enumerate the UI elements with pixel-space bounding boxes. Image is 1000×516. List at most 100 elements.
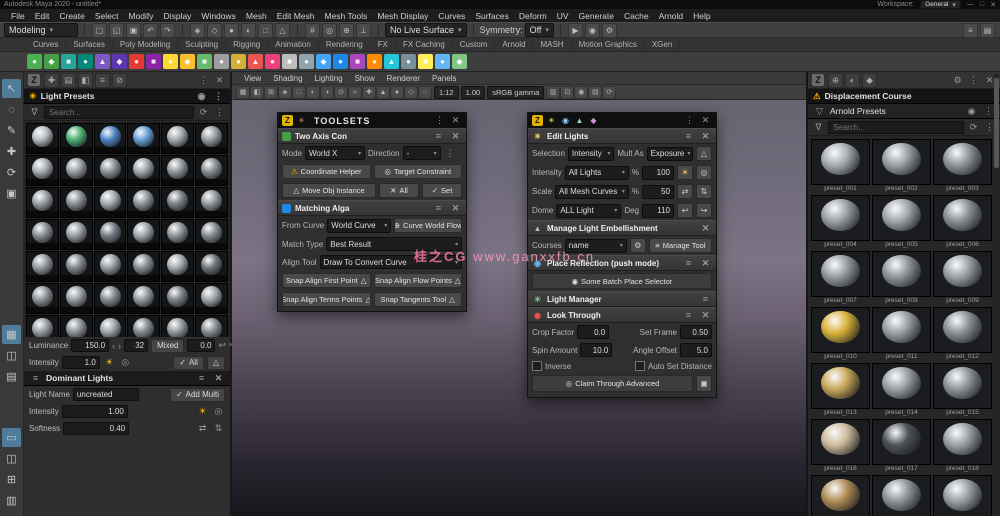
- info-icon[interactable]: ◉: [195, 90, 208, 103]
- mult-as-select[interactable]: Exposure: [646, 146, 693, 161]
- light-preset-thumbnail-2[interactable]: [93, 123, 127, 154]
- rotate-left-icon-button[interactable]: ↩: [677, 203, 693, 218]
- shelf-shader-ball-icon[interactable]: ●: [231, 54, 246, 69]
- filter-icon[interactable]: ∇: [812, 121, 825, 134]
- move-tool-icon[interactable]: ✚: [2, 142, 21, 161]
- outliner-persp-layout-icon[interactable]: ▥: [2, 491, 21, 510]
- manage-tool-button[interactable]: ≡ Manage Tool: [648, 238, 712, 253]
- list-view-icon[interactable]: ≡: [95, 72, 110, 88]
- auto-set-distance-checkbox[interactable]: [634, 361, 645, 371]
- refresh-icon[interactable]: ⟳: [602, 85, 617, 99]
- render-settings-icon[interactable]: ⚙: [601, 22, 617, 38]
- lamp-icon[interactable]: ☀: [196, 405, 209, 418]
- dome-target-select[interactable]: ALL Light: [556, 203, 622, 218]
- save-scene-icon[interactable]: ▣: [126, 22, 141, 38]
- material-preset-thumbnail-18[interactable]: preset_019: [811, 475, 870, 516]
- select-misc-icon[interactable]: △: [275, 22, 290, 38]
- gamma-icon[interactable]: ▤: [588, 85, 603, 99]
- rotate-right-icon-button[interactable]: ↪: [696, 203, 712, 218]
- shelf-muscle-icon[interactable]: ●: [435, 54, 450, 69]
- material-preset-thumbnail-5[interactable]: preset_006: [933, 195, 992, 249]
- grid-view-icon[interactable]: ▤: [61, 72, 76, 88]
- shelf-texture-icon[interactable]: ●: [299, 54, 314, 69]
- search-input[interactable]: [828, 120, 964, 134]
- menu-item-4[interactable]: Modify: [124, 11, 159, 21]
- xray-toggle-icon[interactable]: ✚: [362, 85, 376, 99]
- viewport-menu-4[interactable]: Renderer: [381, 74, 426, 83]
- light-preset-thumbnail-20[interactable]: [93, 219, 127, 250]
- mixed-value[interactable]: 0.0: [187, 339, 216, 352]
- collapse-icon[interactable]: ≡: [682, 130, 695, 143]
- light-preset-thumbnail-11[interactable]: [195, 155, 228, 186]
- ipr-render-icon[interactable]: ◉: [584, 22, 600, 38]
- collapse-icon[interactable]: ≡: [682, 309, 695, 322]
- light-preset-thumbnail-10[interactable]: [161, 155, 195, 186]
- material-preset-thumbnail-17[interactable]: preset_018: [933, 419, 992, 473]
- undo-small-icon[interactable]: ↩: [218, 339, 226, 352]
- shelf-tab-9[interactable]: Custom: [453, 40, 496, 49]
- menuset-select[interactable]: Modeling: [4, 23, 78, 37]
- shelf-fire-icon[interactable]: ●: [367, 54, 382, 69]
- shelf-poly-plane-icon[interactable]: ●: [78, 54, 93, 69]
- light-preset-thumbnail-40[interactable]: [161, 315, 195, 337]
- field-chart-icon[interactable]: ⊡: [560, 85, 575, 99]
- shelf-tab-7[interactable]: FX: [371, 40, 396, 49]
- menu-item-7[interactable]: Mesh: [241, 11, 272, 21]
- material-preset-thumbnail-16[interactable]: preset_017: [872, 419, 931, 473]
- aim-icon[interactable]: ◎: [212, 405, 225, 418]
- close-section-icon[interactable]: ✕: [449, 202, 462, 215]
- target-icon[interactable]: ◎: [119, 356, 132, 369]
- close-section-icon[interactable]: ✕: [212, 372, 225, 385]
- viewport-chip-0[interactable]: 1:12: [434, 85, 459, 99]
- material-preset-thumbnail-8[interactable]: preset_009: [933, 251, 992, 305]
- shelf-tab-11[interactable]: MASH: [533, 40, 572, 49]
- light-preset-thumbnail-33[interactable]: [127, 283, 161, 314]
- render-icon[interactable]: ▶: [567, 22, 583, 38]
- shelf-tab-0[interactable]: Curves: [26, 40, 67, 49]
- render-swatch-icon[interactable]: ◐: [845, 72, 860, 88]
- material-preset-thumbnail-20[interactable]: preset_021: [933, 475, 992, 516]
- menu-item-12[interactable]: Surfaces: [470, 11, 514, 21]
- lasso-tool-icon[interactable]: ◌: [2, 100, 21, 119]
- tool-settings-icon[interactable]: ▤: [980, 22, 995, 38]
- menu-item-8[interactable]: Edit Mesh: [272, 11, 320, 21]
- select-hierarchy-icon[interactable]: ◈: [190, 22, 205, 38]
- light-preset-thumbnail-31[interactable]: [59, 283, 93, 314]
- shelf-surface-icon[interactable]: ■: [282, 54, 297, 69]
- intensity-percent-value[interactable]: 100: [642, 165, 674, 180]
- light-preset-thumbnail-27[interactable]: [127, 251, 161, 282]
- menu-item-11[interactable]: Curves: [433, 11, 470, 21]
- editor-toggle-icon[interactable]: ◫: [2, 346, 21, 365]
- target-constraint-button[interactable]: ◎ Target Constraint: [373, 164, 462, 179]
- delta-button[interactable]: △: [206, 355, 225, 370]
- shelf-sphere-light-icon[interactable]: ●: [163, 54, 178, 69]
- shelf-tab-4[interactable]: Rigging: [226, 40, 269, 49]
- material-preset-thumbnail-4[interactable]: preset_005: [872, 195, 931, 249]
- two-pane-layout-icon[interactable]: ◫: [2, 449, 21, 468]
- material-preset-thumbnail-14[interactable]: preset_015: [933, 363, 992, 417]
- scale-h-icon-button[interactable]: ⇄: [677, 184, 693, 199]
- scale-percent-value[interactable]: 50: [642, 184, 674, 199]
- menu-item-14[interactable]: UV: [552, 11, 574, 21]
- light-preset-thumbnail-28[interactable]: [161, 251, 195, 282]
- light-preset-thumbnail-0[interactable]: [26, 123, 59, 154]
- batch-place-selector-button[interactable]: ◉ Some Batch Place Selector: [532, 273, 712, 289]
- menu-item-3[interactable]: Select: [90, 11, 124, 21]
- close-section-icon[interactable]: ✕: [449, 130, 462, 143]
- four-pane-layout-icon[interactable]: ⊞: [2, 470, 21, 489]
- menu-item-13[interactable]: Deform: [514, 11, 552, 21]
- material-preset-thumbnail-3[interactable]: preset_004: [811, 195, 870, 249]
- light-preset-thumbnail-22[interactable]: [161, 219, 195, 250]
- menu-item-10[interactable]: Mesh Display: [372, 11, 433, 21]
- light-preset-thumbnail-36[interactable]: [26, 315, 59, 337]
- refresh-presets-icon[interactable]: ⟳: [197, 106, 210, 119]
- close-section-icon[interactable]: ✕: [699, 222, 712, 235]
- light-preset-thumbnail-9[interactable]: [127, 155, 161, 186]
- curve-world-flow-button[interactable]: ⊕ Curve World Flow: [394, 218, 462, 233]
- material-preset-thumbnail-10[interactable]: preset_011: [872, 307, 931, 361]
- light-preset-thumbnail-24[interactable]: [26, 251, 59, 282]
- material-preset-thumbnail-9[interactable]: preset_010: [811, 307, 870, 361]
- close-panel-icon[interactable]: ✕: [449, 114, 462, 127]
- close-section-icon[interactable]: ✕: [699, 309, 712, 322]
- shelf-tab-5[interactable]: Animation: [268, 40, 319, 49]
